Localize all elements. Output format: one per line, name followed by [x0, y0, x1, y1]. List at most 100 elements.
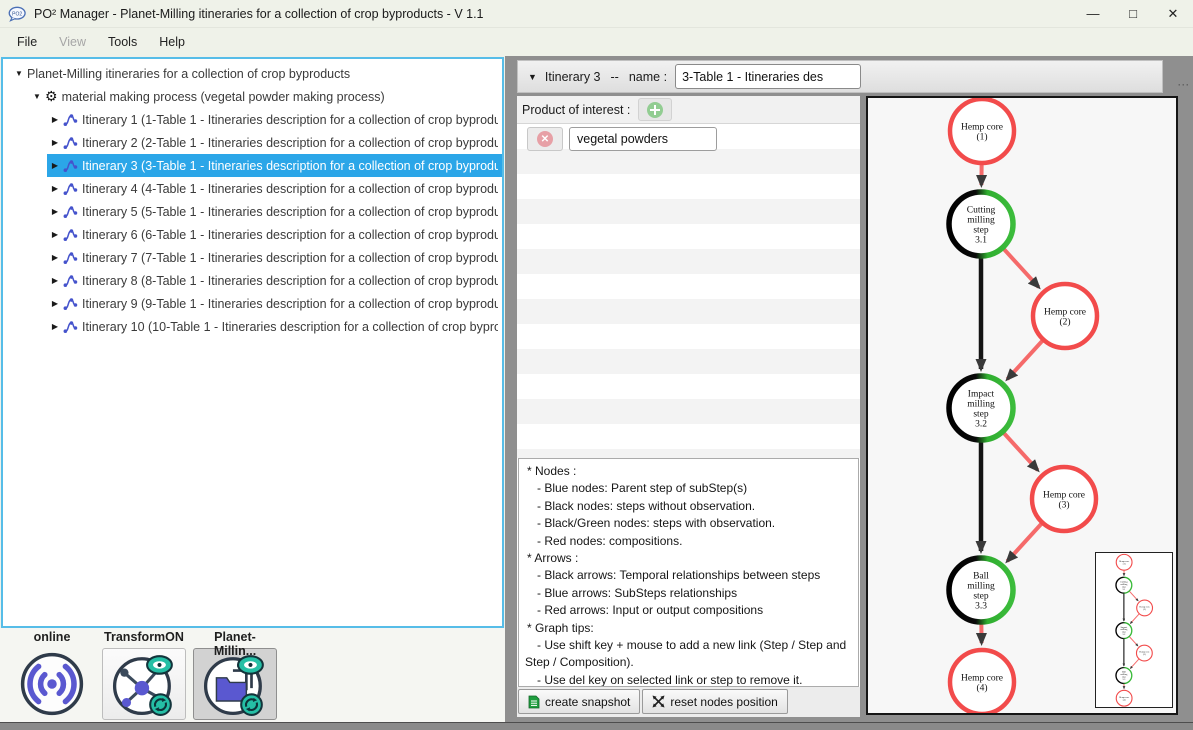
tree-item[interactable]: ▼⚙material making process (vegetal powde…	[3, 85, 502, 108]
itinerary-name-input[interactable]	[675, 64, 861, 89]
planet-milling-button[interactable]	[193, 648, 277, 720]
expand-arrow-icon[interactable]: ▶	[47, 207, 63, 216]
tree-item-label: Itinerary 5 (5-Table 1 - Itineraries des…	[82, 205, 498, 219]
expand-arrow-icon[interactable]: ▼	[29, 92, 45, 101]
legend-line: - Black/Green nodes: steps with observat…	[525, 515, 852, 532]
product-of-interest-list: ✕	[517, 124, 860, 458]
snapshot-file-icon	[528, 695, 540, 709]
remove-x-icon: ✕	[537, 131, 553, 147]
collapse-arrow-icon[interactable]: ▼	[528, 72, 537, 82]
tree-item[interactable]: ▶ Itinerary 1 (1-Table 1 - Itineraries de…	[3, 108, 502, 131]
window-bottom-edge	[0, 722, 1193, 730]
graph-edge-hemp3-ball[interactable]	[1130, 659, 1139, 668]
legend-line: - Black nodes: steps without observation…	[525, 498, 852, 515]
tree-item[interactable]: ▶ Itinerary 3 (3-Table 1 - Itineraries de…	[3, 154, 502, 177]
itinerary-title: Itinerary 3	[545, 70, 601, 84]
itinerary-icon	[63, 181, 78, 196]
transformon-button[interactable]	[102, 648, 186, 720]
menu-help[interactable]: Help	[148, 31, 196, 53]
product-of-interest-bar: Product of interest :	[517, 96, 860, 124]
legend-line: - Blue arrows: SubSteps relationships	[525, 585, 852, 602]
tree-item[interactable]: ▶Itinerary 8 (8-Table 1 - Itineraries de…	[3, 269, 502, 292]
itinerary-detail-header: ▼ Itinerary 3 -- name :	[517, 60, 1163, 93]
toolbar-item-planet-milling: Planet-Millin...	[193, 630, 277, 720]
tree-item-label: Itinerary 2 (2-Table 1 - Itineraries des…	[82, 136, 498, 150]
toolbar-item-transformon: TransformON	[102, 630, 186, 720]
itinerary-icon	[63, 112, 78, 127]
tree-item[interactable]: ▶Itinerary 10 (10-Table 1 - Itineraries …	[3, 315, 502, 338]
remove-product-button[interactable]: ✕	[527, 127, 563, 151]
legend-line: - Blue nodes: Parent step of subStep(s)	[525, 480, 852, 497]
add-product-button[interactable]	[638, 98, 672, 121]
itinerary-tree[interactable]: ▼Planet-Milling itineraries for a collec…	[1, 57, 504, 628]
tree-item-label: material making process (vegetal powder …	[62, 90, 385, 104]
graph-edge-hemp2-impact[interactable]	[1130, 614, 1139, 624]
tree-item[interactable]: ▶ Itinerary 2 (2-Table 1 - Itineraries de…	[3, 131, 502, 154]
itinerary-icon	[63, 273, 78, 288]
plus-icon	[647, 102, 663, 118]
legend-line: * Graph tips:	[525, 620, 852, 637]
graph-minimap[interactable]: Hemp core(1)Cuttingmillingstep3.1Hemp co…	[1095, 552, 1173, 708]
expand-arrow-icon[interactable]: ▶	[47, 230, 63, 239]
online-signal-icon	[19, 651, 85, 717]
graph-edge-hemp2-impact[interactable]	[1007, 340, 1042, 379]
itinerary-icon	[63, 227, 78, 242]
graph-edge-hemp3-ball[interactable]	[1007, 523, 1041, 561]
graph-edge-impact-hemp3[interactable]	[1003, 432, 1037, 470]
graph-legend: * Nodes :- Blue nodes: Parent step of su…	[518, 458, 859, 687]
reset-position-icon	[652, 695, 665, 708]
header-separator: --	[611, 70, 619, 84]
maximize-button[interactable]: □	[1113, 0, 1153, 27]
expand-arrow-icon[interactable]: ▶	[47, 322, 63, 331]
menu-file[interactable]: File	[6, 31, 48, 53]
expand-arrow-icon[interactable]: ▶	[47, 253, 63, 262]
graph-actions-row: create snapshot reset nodes position	[517, 687, 860, 717]
expand-arrow-icon[interactable]: ▶	[47, 184, 63, 193]
expand-arrow-icon[interactable]: ▶	[47, 138, 63, 147]
minimize-button[interactable]: —	[1073, 0, 1113, 27]
tree-item-label: Planet-Milling itineraries for a collect…	[27, 67, 350, 81]
legend-line: - Use del key on selected link or step t…	[525, 672, 852, 687]
tree-item[interactable]: ▶Itinerary 4 (4-Table 1 - Itineraries de…	[3, 177, 502, 200]
itinerary-icon	[63, 250, 78, 265]
product-row: ✕	[517, 126, 860, 152]
tree-item[interactable]: ▶ Itinerary 5 (5-Table 1 - Itineraries de…	[3, 200, 502, 223]
tree-item[interactable]: ▶Itinerary 9 (9-Table 1 - Itineraries de…	[3, 292, 502, 315]
tree-item[interactable]: ▶ Itinerary 6 (6-Table 1 - Itineraries de…	[3, 223, 502, 246]
online-button[interactable]	[10, 648, 94, 720]
title-bar: PO2 PO² Manager - Planet-Milling itinera…	[0, 0, 1193, 28]
create-snapshot-button[interactable]: create snapshot	[518, 689, 640, 714]
product-name-input[interactable]	[569, 127, 717, 151]
name-label: name :	[629, 70, 667, 84]
itinerary-icon	[63, 158, 78, 173]
expand-arrow-icon[interactable]: ▼	[11, 69, 27, 78]
graph-edge-cutting-hemp2[interactable]	[1003, 248, 1038, 287]
splitter-handle[interactable]: ···	[1178, 80, 1192, 90]
expand-arrow-icon[interactable]: ▶	[47, 161, 63, 170]
tree-item-label: Itinerary 6 (6-Table 1 - Itineraries des…	[82, 228, 498, 242]
itinerary-graph-panel[interactable]: Hemp core(1)Cuttingmillingstep3.1Hemp co…	[866, 96, 1178, 715]
expand-arrow-icon[interactable]: ▶	[47, 299, 63, 308]
product-legend-column: Product of interest : ✕ * Nodes :- Blue …	[517, 96, 860, 717]
tree-item-label: Itinerary 3 (3-Table 1 - Itineraries des…	[82, 159, 498, 173]
tree-item-label: Itinerary 1 (1-Table 1 - Itineraries des…	[82, 113, 498, 127]
menu-view[interactable]: View	[48, 31, 97, 53]
menu-tools[interactable]: Tools	[97, 31, 148, 53]
close-button[interactable]: ✕	[1153, 0, 1193, 27]
toolbar-item-online: online	[10, 630, 94, 720]
tree-item[interactable]: ▶ Itinerary 7 (7-Table 1 - Itineraries de…	[3, 246, 502, 269]
graph-edge-impact-hemp3[interactable]	[1129, 637, 1138, 646]
itinerary-icon	[63, 296, 78, 311]
itinerary-icon	[63, 204, 78, 219]
legend-line: - Black arrows: Temporal relationships b…	[525, 567, 852, 584]
expand-arrow-icon[interactable]: ▶	[47, 115, 63, 124]
product-of-interest-label: Product of interest :	[522, 103, 630, 117]
graph-edge-cutting-hemp2[interactable]	[1129, 591, 1138, 601]
expand-arrow-icon[interactable]: ▶	[47, 276, 63, 285]
tree-item-label: Itinerary 7 (7-Table 1 - Itineraries des…	[82, 251, 498, 265]
legend-line: - Use shift key + mouse to add a new lin…	[525, 637, 852, 672]
svg-text:PO2: PO2	[12, 11, 22, 17]
reset-nodes-button[interactable]: reset nodes position	[642, 689, 787, 714]
online-label: online	[10, 630, 94, 647]
tree-item[interactable]: ▼Planet-Milling itineraries for a collec…	[3, 62, 502, 85]
